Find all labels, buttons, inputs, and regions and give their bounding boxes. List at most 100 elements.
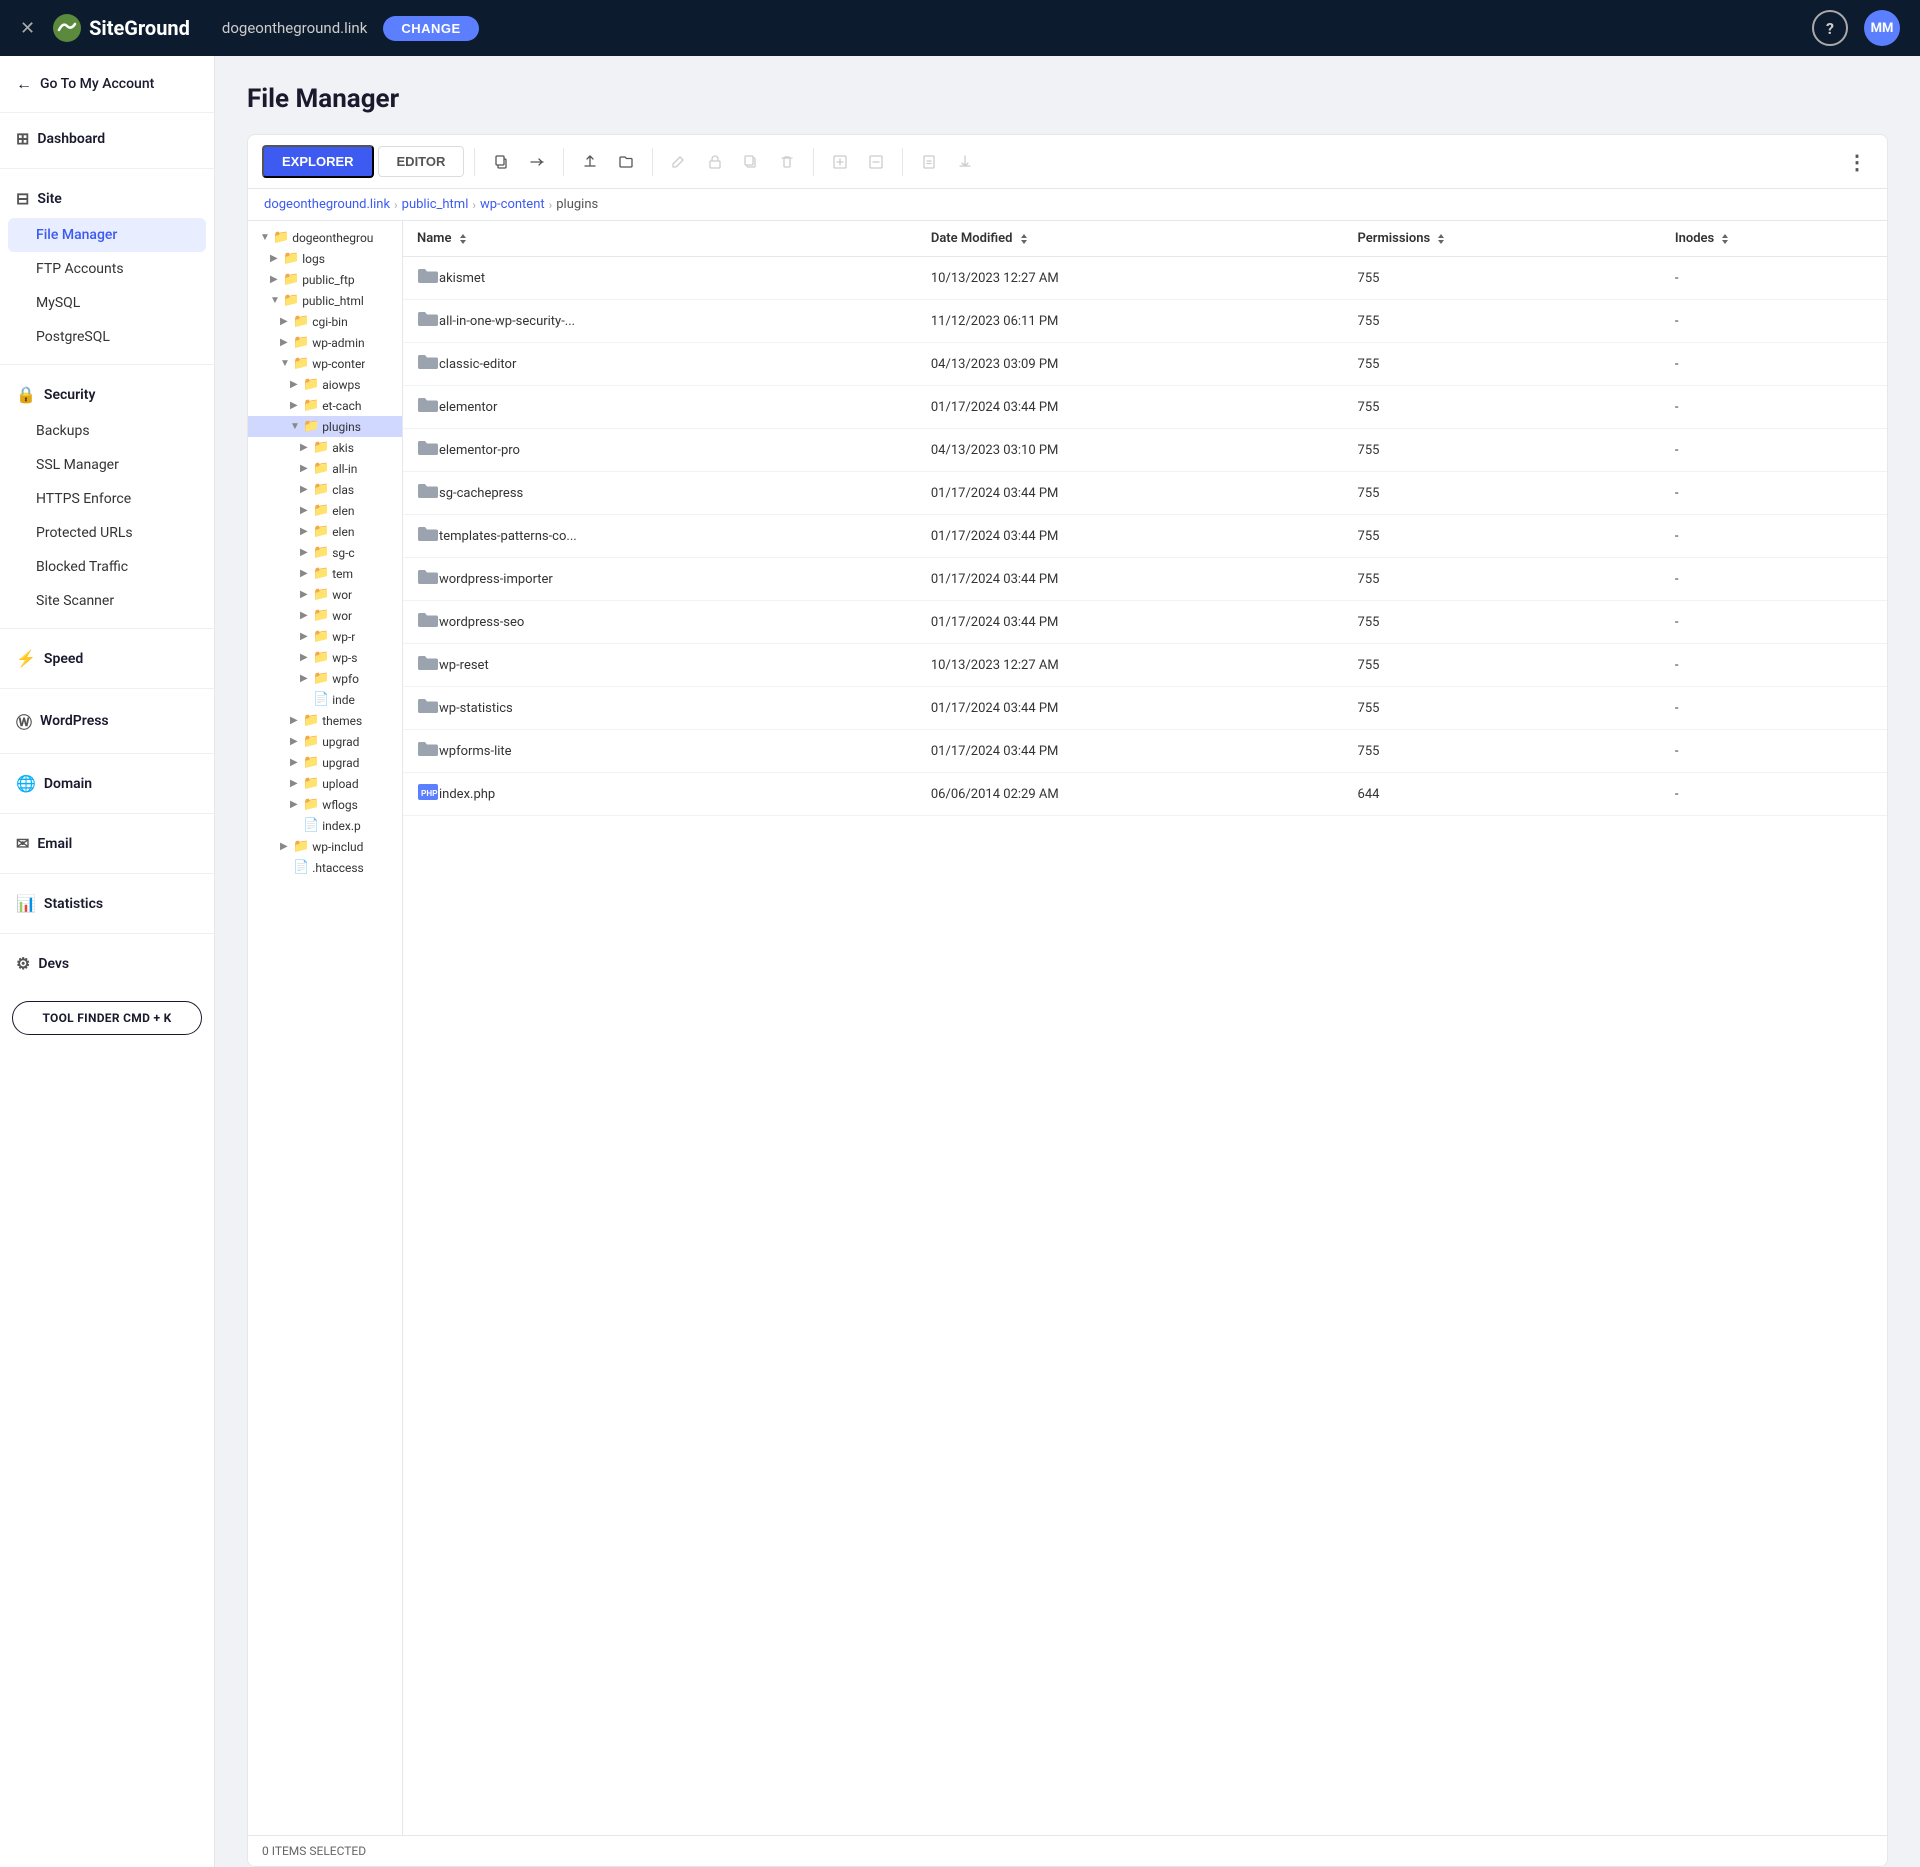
close-icon[interactable]: ✕ <box>20 18 35 39</box>
sidebar-header-devs[interactable]: ⚙ Devs <box>0 944 214 983</box>
sidebar-header-speed[interactable]: ⚡ Speed <box>0 639 214 678</box>
table-row[interactable]: wpforms-lite 01/17/2024 03:44 PM 755 - <box>403 730 1887 773</box>
compress-button[interactable] <box>824 146 856 178</box>
table-row[interactable]: PHP index.php 06/06/2014 02:29 AM 644 - <box>403 773 1887 816</box>
permissions-button[interactable] <box>699 146 731 178</box>
tree-item-themes[interactable]: ▶ 📁 themes <box>248 710 402 731</box>
sidebar-header-email[interactable]: ✉ Email <box>0 824 214 863</box>
sidebar-item-blocked-traffic[interactable]: Blocked Traffic <box>0 550 214 584</box>
change-button[interactable]: CHANGE <box>383 16 478 41</box>
breadcrumb-public-html[interactable]: public_html <box>402 197 469 212</box>
tree-item-tem[interactable]: ▶ 📁 tem <box>248 563 402 584</box>
sidebar-header-statistics[interactable]: 📊 Statistics <box>0 884 214 923</box>
svg-text:PHP: PHP <box>421 789 438 798</box>
copy-button[interactable] <box>485 146 517 178</box>
tree-item-wflogs[interactable]: ▶ 📁 wflogs <box>248 794 402 815</box>
sidebar-item-site-scanner[interactable]: Site Scanner <box>0 584 214 618</box>
sidebar-item-https-enforce[interactable]: HTTPS Enforce <box>0 482 214 516</box>
col-permissions[interactable]: Permissions <box>1344 221 1661 257</box>
more-options-button[interactable]: ⋮ <box>1841 146 1873 178</box>
sidebar-header-site[interactable]: ⊟ Site <box>0 179 214 218</box>
duplicate-button[interactable] <box>735 146 767 178</box>
tab-explorer[interactable]: EXPLORER <box>262 145 374 178</box>
tree-item-elen1[interactable]: ▶ 📁 elen <box>248 500 402 521</box>
table-row[interactable]: wordpress-seo 01/17/2024 03:44 PM 755 - <box>403 601 1887 644</box>
sidebar-item-ssl-manager[interactable]: SSL Manager <box>0 448 214 482</box>
tree-item-all-in[interactable]: ▶ 📁 all-in <box>248 458 402 479</box>
tree-item-public-ftp[interactable]: ▶ 📁 public_ftp <box>248 269 402 290</box>
table-row[interactable]: classic-editor 04/13/2023 03:09 PM 755 - <box>403 343 1887 386</box>
upload-button[interactable] <box>574 146 606 178</box>
tree-item-wp-content[interactable]: ▼ 📁 wp-conter <box>248 353 402 374</box>
table-row[interactable]: akismet 10/13/2023 12:27 AM 755 - <box>403 257 1887 300</box>
tree-expand-icon: ▶ <box>280 337 290 348</box>
sort-inodes-icon[interactable] <box>1721 234 1729 244</box>
sidebar-item-protected-urls[interactable]: Protected URLs <box>0 516 214 550</box>
sidebar-item-ftp-accounts[interactable]: FTP Accounts <box>0 252 214 286</box>
tree-item-et-cach[interactable]: ▶ 📁 et-cach <box>248 395 402 416</box>
sidebar-item-postgresql[interactable]: PostgreSQL <box>0 320 214 354</box>
tree-item-wor1[interactable]: ▶ 📁 wor <box>248 584 402 605</box>
go-to-my-account-link[interactable]: ← Go To My Account <box>0 56 214 113</box>
table-row[interactable]: templates-patterns-co... 01/17/2024 03:4… <box>403 515 1887 558</box>
toolbar-sep-3 <box>652 148 653 176</box>
tree-item-wp-s[interactable]: ▶ 📁 wp-s <box>248 647 402 668</box>
avatar[interactable]: MM <box>1864 10 1900 46</box>
tree-item-htaccess[interactable]: 📄 .htaccess <box>248 857 402 878</box>
tab-editor[interactable]: EDITOR <box>378 146 465 177</box>
table-row[interactable]: wp-reset 10/13/2023 12:27 AM 755 - <box>403 644 1887 687</box>
sidebar-item-backups[interactable]: Backups <box>0 414 214 448</box>
extract-button[interactable] <box>860 146 892 178</box>
tree-item-index-p[interactable]: 📄 inde <box>248 689 402 710</box>
tree-item-akis[interactable]: ▶ 📁 akis <box>248 437 402 458</box>
sort-name-icon[interactable] <box>459 234 467 244</box>
table-row[interactable]: wordpress-importer 01/17/2024 03:44 PM 7… <box>403 558 1887 601</box>
delete-button[interactable] <box>771 146 803 178</box>
sort-date-icon[interactable] <box>1020 234 1028 244</box>
sort-perms-icon[interactable] <box>1437 234 1445 244</box>
col-inodes[interactable]: Inodes <box>1661 221 1887 257</box>
download-button[interactable] <box>610 146 642 178</box>
table-row[interactable]: all-in-one-wp-security-... 11/12/2023 06… <box>403 300 1887 343</box>
col-name[interactable]: Name <box>403 221 917 257</box>
tree-item-elen2[interactable]: ▶ 📁 elen <box>248 521 402 542</box>
sidebar-header-security[interactable]: 🔒 Security <box>0 375 214 414</box>
tree-item-wp-includ[interactable]: ▶ 📁 wp-includ <box>248 836 402 857</box>
tree-item-clas[interactable]: ▶ 📁 clas <box>248 479 402 500</box>
tree-item-wpfo[interactable]: ▶ 📁 wpfo <box>248 668 402 689</box>
table-row[interactable]: wp-statistics 01/17/2024 03:44 PM 755 - <box>403 687 1887 730</box>
file-date: 01/17/2024 03:44 PM <box>917 386 1344 429</box>
help-button[interactable]: ? <box>1812 10 1848 46</box>
sidebar-item-file-manager[interactable]: File Manager <box>8 218 206 252</box>
tree-item-logs[interactable]: ▶ 📁 logs <box>248 248 402 269</box>
breadcrumb-domain[interactable]: dogeontheground.link <box>264 197 390 212</box>
sidebar-item-dashboard[interactable]: ⊞ Dashboard <box>0 119 214 158</box>
table-row[interactable]: elementor 01/17/2024 03:44 PM 755 - <box>403 386 1887 429</box>
tree-item-cgi-bin[interactable]: ▶ 📁 cgi-bin <box>248 311 402 332</box>
tool-finder-button[interactable]: TOOL FINDER CMD + K <box>12 1001 202 1035</box>
tree-item-upload[interactable]: ▶ 📁 upload <box>248 773 402 794</box>
move-button[interactable] <box>521 146 553 178</box>
col-date-modified[interactable]: Date Modified <box>917 221 1344 257</box>
download2-button[interactable] <box>949 146 981 178</box>
tree-item-wp-r[interactable]: ▶ 📁 wp-r <box>248 626 402 647</box>
tree-item-wp-admin[interactable]: ▶ 📁 wp-admin <box>248 332 402 353</box>
tree-item-upgrad1[interactable]: ▶ 📁 upgrad <box>248 731 402 752</box>
new-file-button[interactable] <box>913 146 945 178</box>
tree-item-dogeontheground[interactable]: ▼ 📁 dogeonthegrou <box>248 227 402 248</box>
breadcrumb-wp-content[interactable]: wp-content <box>480 197 545 212</box>
rename-button[interactable] <box>663 146 695 178</box>
tree-item-aiowps[interactable]: ▶ 📁 aiowps <box>248 374 402 395</box>
sidebar-item-mysql[interactable]: MySQL <box>0 286 214 320</box>
table-row[interactable]: elementor-pro 04/13/2023 03:10 PM 755 - <box>403 429 1887 472</box>
tree-item-index-php2[interactable]: 📄 index.p <box>248 815 402 836</box>
tree-item-wor2[interactable]: ▶ 📁 wor <box>248 605 402 626</box>
table-row[interactable]: sg-cachepress 01/17/2024 03:44 PM 755 - <box>403 472 1887 515</box>
tree-item-upgrad2[interactable]: ▶ 📁 upgrad <box>248 752 402 773</box>
sidebar-header-wordpress[interactable]: Ⓦ WordPress <box>0 699 214 743</box>
file-permissions: 644 <box>1344 773 1661 816</box>
tree-item-sg-c[interactable]: ▶ 📁 sg-c <box>248 542 402 563</box>
tree-item-plugins[interactable]: ▼ 📁 plugins <box>248 416 402 437</box>
tree-item-public-html[interactable]: ▼ 📁 public_html <box>248 290 402 311</box>
sidebar-header-domain[interactable]: 🌐 Domain <box>0 764 214 803</box>
